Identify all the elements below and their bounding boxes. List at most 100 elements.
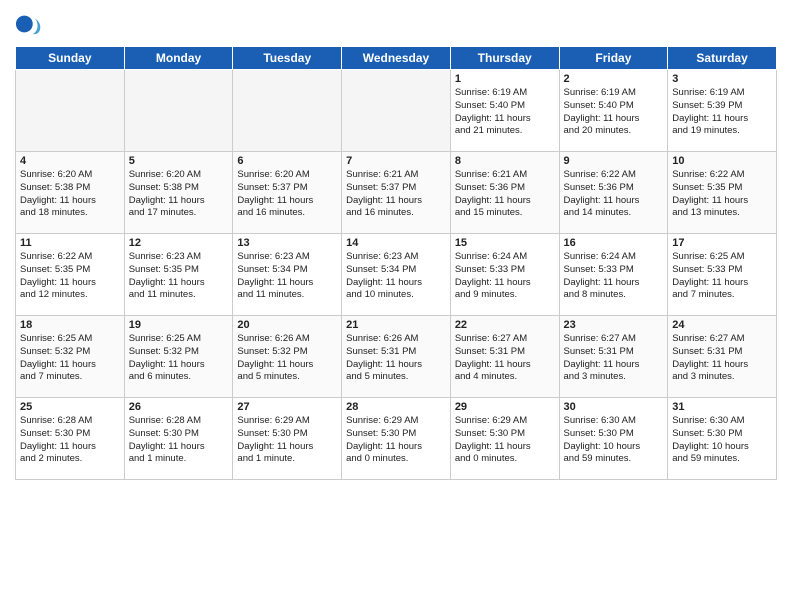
- day-number: 27: [237, 401, 337, 413]
- day-cell: 15 Sunrise: 6:24 AMSunset: 5:33 PMDayligh…: [450, 234, 559, 316]
- col-header-friday: Friday: [559, 47, 668, 70]
- day-info: Sunrise: 6:21 AMSunset: 5:37 PMDaylight:…: [346, 169, 446, 220]
- day-info: Sunrise: 6:29 AMSunset: 5:30 PMDaylight:…: [346, 415, 446, 466]
- day-cell: 22 Sunrise: 6:27 AMSunset: 5:31 PMDayligh…: [450, 316, 559, 398]
- day-number: 21: [346, 319, 446, 331]
- day-number: 28: [346, 401, 446, 413]
- day-number: 24: [672, 319, 772, 331]
- day-cell: 8Sunrise: 6:21 AMSunset: 5:36 PMDaylight…: [450, 152, 559, 234]
- day-number: 12: [129, 237, 229, 249]
- day-number: 31: [672, 401, 772, 413]
- day-cell: 3Sunrise: 6:19 AMSunset: 5:39 PMDaylight…: [668, 70, 777, 152]
- day-info: Sunrise: 6:22 AMSunset: 5:36 PMDaylight:…: [564, 169, 664, 220]
- day-cell: 1 Sunrise: 6:19 AMSunset: 5:40 PMDaylight…: [450, 70, 559, 152]
- day-number: 15: [455, 237, 555, 249]
- day-info: Sunrise: 6:19 AMSunset: 5:40 PMDaylight:…: [564, 87, 664, 138]
- day-number: 26: [129, 401, 229, 413]
- day-cell: 5Sunrise: 6:20 AMSunset: 5:38 PMDaylight…: [124, 152, 233, 234]
- header-row: SundayMondayTuesdayWednesdayThursdayFrid…: [16, 47, 777, 70]
- day-cell: 23Sunrise: 6:27 AMSunset: 5:31 PMDayligh…: [559, 316, 668, 398]
- day-info: Sunrise: 6:28 AMSunset: 5:30 PMDaylight:…: [20, 415, 120, 466]
- day-number: 29: [455, 401, 555, 413]
- header: [15, 10, 777, 38]
- day-info: Sunrise: 6:19 AMSunset: 5:39 PMDaylight:…: [672, 87, 772, 138]
- day-cell: 2 Sunrise: 6:19 AMSunset: 5:40 PMDaylight…: [559, 70, 668, 152]
- day-number: 25: [20, 401, 120, 413]
- day-info: Sunrise: 6:20 AMSunset: 5:37 PMDaylight:…: [237, 169, 337, 220]
- day-info: Sunrise: 6:30 AMSunset: 5:30 PMDaylight:…: [564, 415, 664, 466]
- day-info: Sunrise: 6:27 AMSunset: 5:31 PMDaylight:…: [672, 333, 772, 384]
- day-number: 14: [346, 237, 446, 249]
- day-info: Sunrise: 6:25 AMSunset: 5:32 PMDaylight:…: [20, 333, 120, 384]
- day-info: Sunrise: 6:23 AMSunset: 5:34 PMDaylight:…: [346, 251, 446, 302]
- day-number: 2: [564, 73, 664, 85]
- day-info: Sunrise: 6:29 AMSunset: 5:30 PMDaylight:…: [455, 415, 555, 466]
- day-number: 20: [237, 319, 337, 331]
- day-cell: 9 Sunrise: 6:22 AMSunset: 5:36 PMDaylight…: [559, 152, 668, 234]
- day-number: 9: [564, 155, 664, 167]
- day-info: Sunrise: 6:28 AMSunset: 5:30 PMDaylight:…: [129, 415, 229, 466]
- week-row-1: 1 Sunrise: 6:19 AMSunset: 5:40 PMDaylight…: [16, 70, 777, 152]
- day-info: Sunrise: 6:29 AMSunset: 5:30 PMDaylight:…: [237, 415, 337, 466]
- day-info: Sunrise: 6:19 AMSunset: 5:40 PMDaylight:…: [455, 87, 555, 138]
- day-cell: 24 Sunrise: 6:27 AMSunset: 5:31 PMDayligh…: [668, 316, 777, 398]
- day-number: 18: [20, 319, 120, 331]
- day-number: 22: [455, 319, 555, 331]
- day-number: 30: [564, 401, 664, 413]
- day-cell: 17Sunrise: 6:25 AMSunset: 5:33 PMDayligh…: [668, 234, 777, 316]
- page: SundayMondayTuesdayWednesdayThursdayFrid…: [0, 0, 792, 612]
- day-info: Sunrise: 6:22 AMSunset: 5:35 PMDaylight:…: [672, 169, 772, 220]
- day-number: 11: [20, 237, 120, 249]
- col-header-saturday: Saturday: [668, 47, 777, 70]
- day-cell: 16 Sunrise: 6:24 AMSunset: 5:33 PMDayligh…: [559, 234, 668, 316]
- day-info: Sunrise: 6:22 AMSunset: 5:35 PMDaylight:…: [20, 251, 120, 302]
- day-cell: [342, 70, 451, 152]
- day-cell: 18 Sunrise: 6:25 AMSunset: 5:32 PMDayligh…: [16, 316, 125, 398]
- day-info: Sunrise: 6:24 AMSunset: 5:33 PMDaylight:…: [564, 251, 664, 302]
- col-header-monday: Monday: [124, 47, 233, 70]
- day-info: Sunrise: 6:23 AMSunset: 5:35 PMDaylight:…: [129, 251, 229, 302]
- col-header-sunday: Sunday: [16, 47, 125, 70]
- day-cell: 14 Sunrise: 6:23 AMSunset: 5:34 PMDayligh…: [342, 234, 451, 316]
- day-cell: 28 Sunrise: 6:29 AMSunset: 5:30 PMDayligh…: [342, 398, 451, 480]
- day-info: Sunrise: 6:20 AMSunset: 5:38 PMDaylight:…: [129, 169, 229, 220]
- col-header-tuesday: Tuesday: [233, 47, 342, 70]
- day-info: Sunrise: 6:26 AMSunset: 5:31 PMDaylight:…: [346, 333, 446, 384]
- day-number: 7: [346, 155, 446, 167]
- day-cell: 13Sunrise: 6:23 AMSunset: 5:34 PMDayligh…: [233, 234, 342, 316]
- logo-icon: [15, 10, 43, 38]
- day-cell: 10 Sunrise: 6:22 AMSunset: 5:35 PMDayligh…: [668, 152, 777, 234]
- day-number: 6: [237, 155, 337, 167]
- day-info: Sunrise: 6:26 AMSunset: 5:32 PMDaylight:…: [237, 333, 337, 384]
- day-info: Sunrise: 6:30 AMSunset: 5:30 PMDaylight:…: [672, 415, 772, 466]
- day-number: 8: [455, 155, 555, 167]
- day-cell: 11 Sunrise: 6:22 AMSunset: 5:35 PMDayligh…: [16, 234, 125, 316]
- day-cell: 30 Sunrise: 6:30 AMSunset: 5:30 PMDayligh…: [559, 398, 668, 480]
- day-cell: 20 Sunrise: 6:26 AMSunset: 5:32 PMDayligh…: [233, 316, 342, 398]
- day-info: Sunrise: 6:27 AMSunset: 5:31 PMDaylight:…: [455, 333, 555, 384]
- day-cell: 19 Sunrise: 6:25 AMSunset: 5:32 PMDayligh…: [124, 316, 233, 398]
- day-cell: 27 Sunrise: 6:29 AMSunset: 5:30 PMDayligh…: [233, 398, 342, 480]
- week-row-5: 25 Sunrise: 6:28 AMSunset: 5:30 PMDayligh…: [16, 398, 777, 480]
- day-cell: 29 Sunrise: 6:29 AMSunset: 5:30 PMDayligh…: [450, 398, 559, 480]
- day-cell: [124, 70, 233, 152]
- day-info: Sunrise: 6:23 AMSunset: 5:34 PMDaylight:…: [237, 251, 337, 302]
- day-number: 16: [564, 237, 664, 249]
- day-cell: 6 Sunrise: 6:20 AMSunset: 5:37 PMDaylight…: [233, 152, 342, 234]
- col-header-wednesday: Wednesday: [342, 47, 451, 70]
- day-cell: 25 Sunrise: 6:28 AMSunset: 5:30 PMDayligh…: [16, 398, 125, 480]
- week-row-3: 11 Sunrise: 6:22 AMSunset: 5:35 PMDayligh…: [16, 234, 777, 316]
- week-row-4: 18 Sunrise: 6:25 AMSunset: 5:32 PMDayligh…: [16, 316, 777, 398]
- calendar-table: SundayMondayTuesdayWednesdayThursdayFrid…: [15, 46, 777, 480]
- day-number: 4: [20, 155, 120, 167]
- day-number: 1: [455, 73, 555, 85]
- day-info: Sunrise: 6:25 AMSunset: 5:32 PMDaylight:…: [129, 333, 229, 384]
- day-cell: 26 Sunrise: 6:28 AMSunset: 5:30 PMDayligh…: [124, 398, 233, 480]
- day-cell: [16, 70, 125, 152]
- day-number: 19: [129, 319, 229, 331]
- day-info: Sunrise: 6:20 AMSunset: 5:38 PMDaylight:…: [20, 169, 120, 220]
- day-info: Sunrise: 6:24 AMSunset: 5:33 PMDaylight:…: [455, 251, 555, 302]
- day-cell: 7 Sunrise: 6:21 AMSunset: 5:37 PMDaylight…: [342, 152, 451, 234]
- day-number: 10: [672, 155, 772, 167]
- day-cell: [233, 70, 342, 152]
